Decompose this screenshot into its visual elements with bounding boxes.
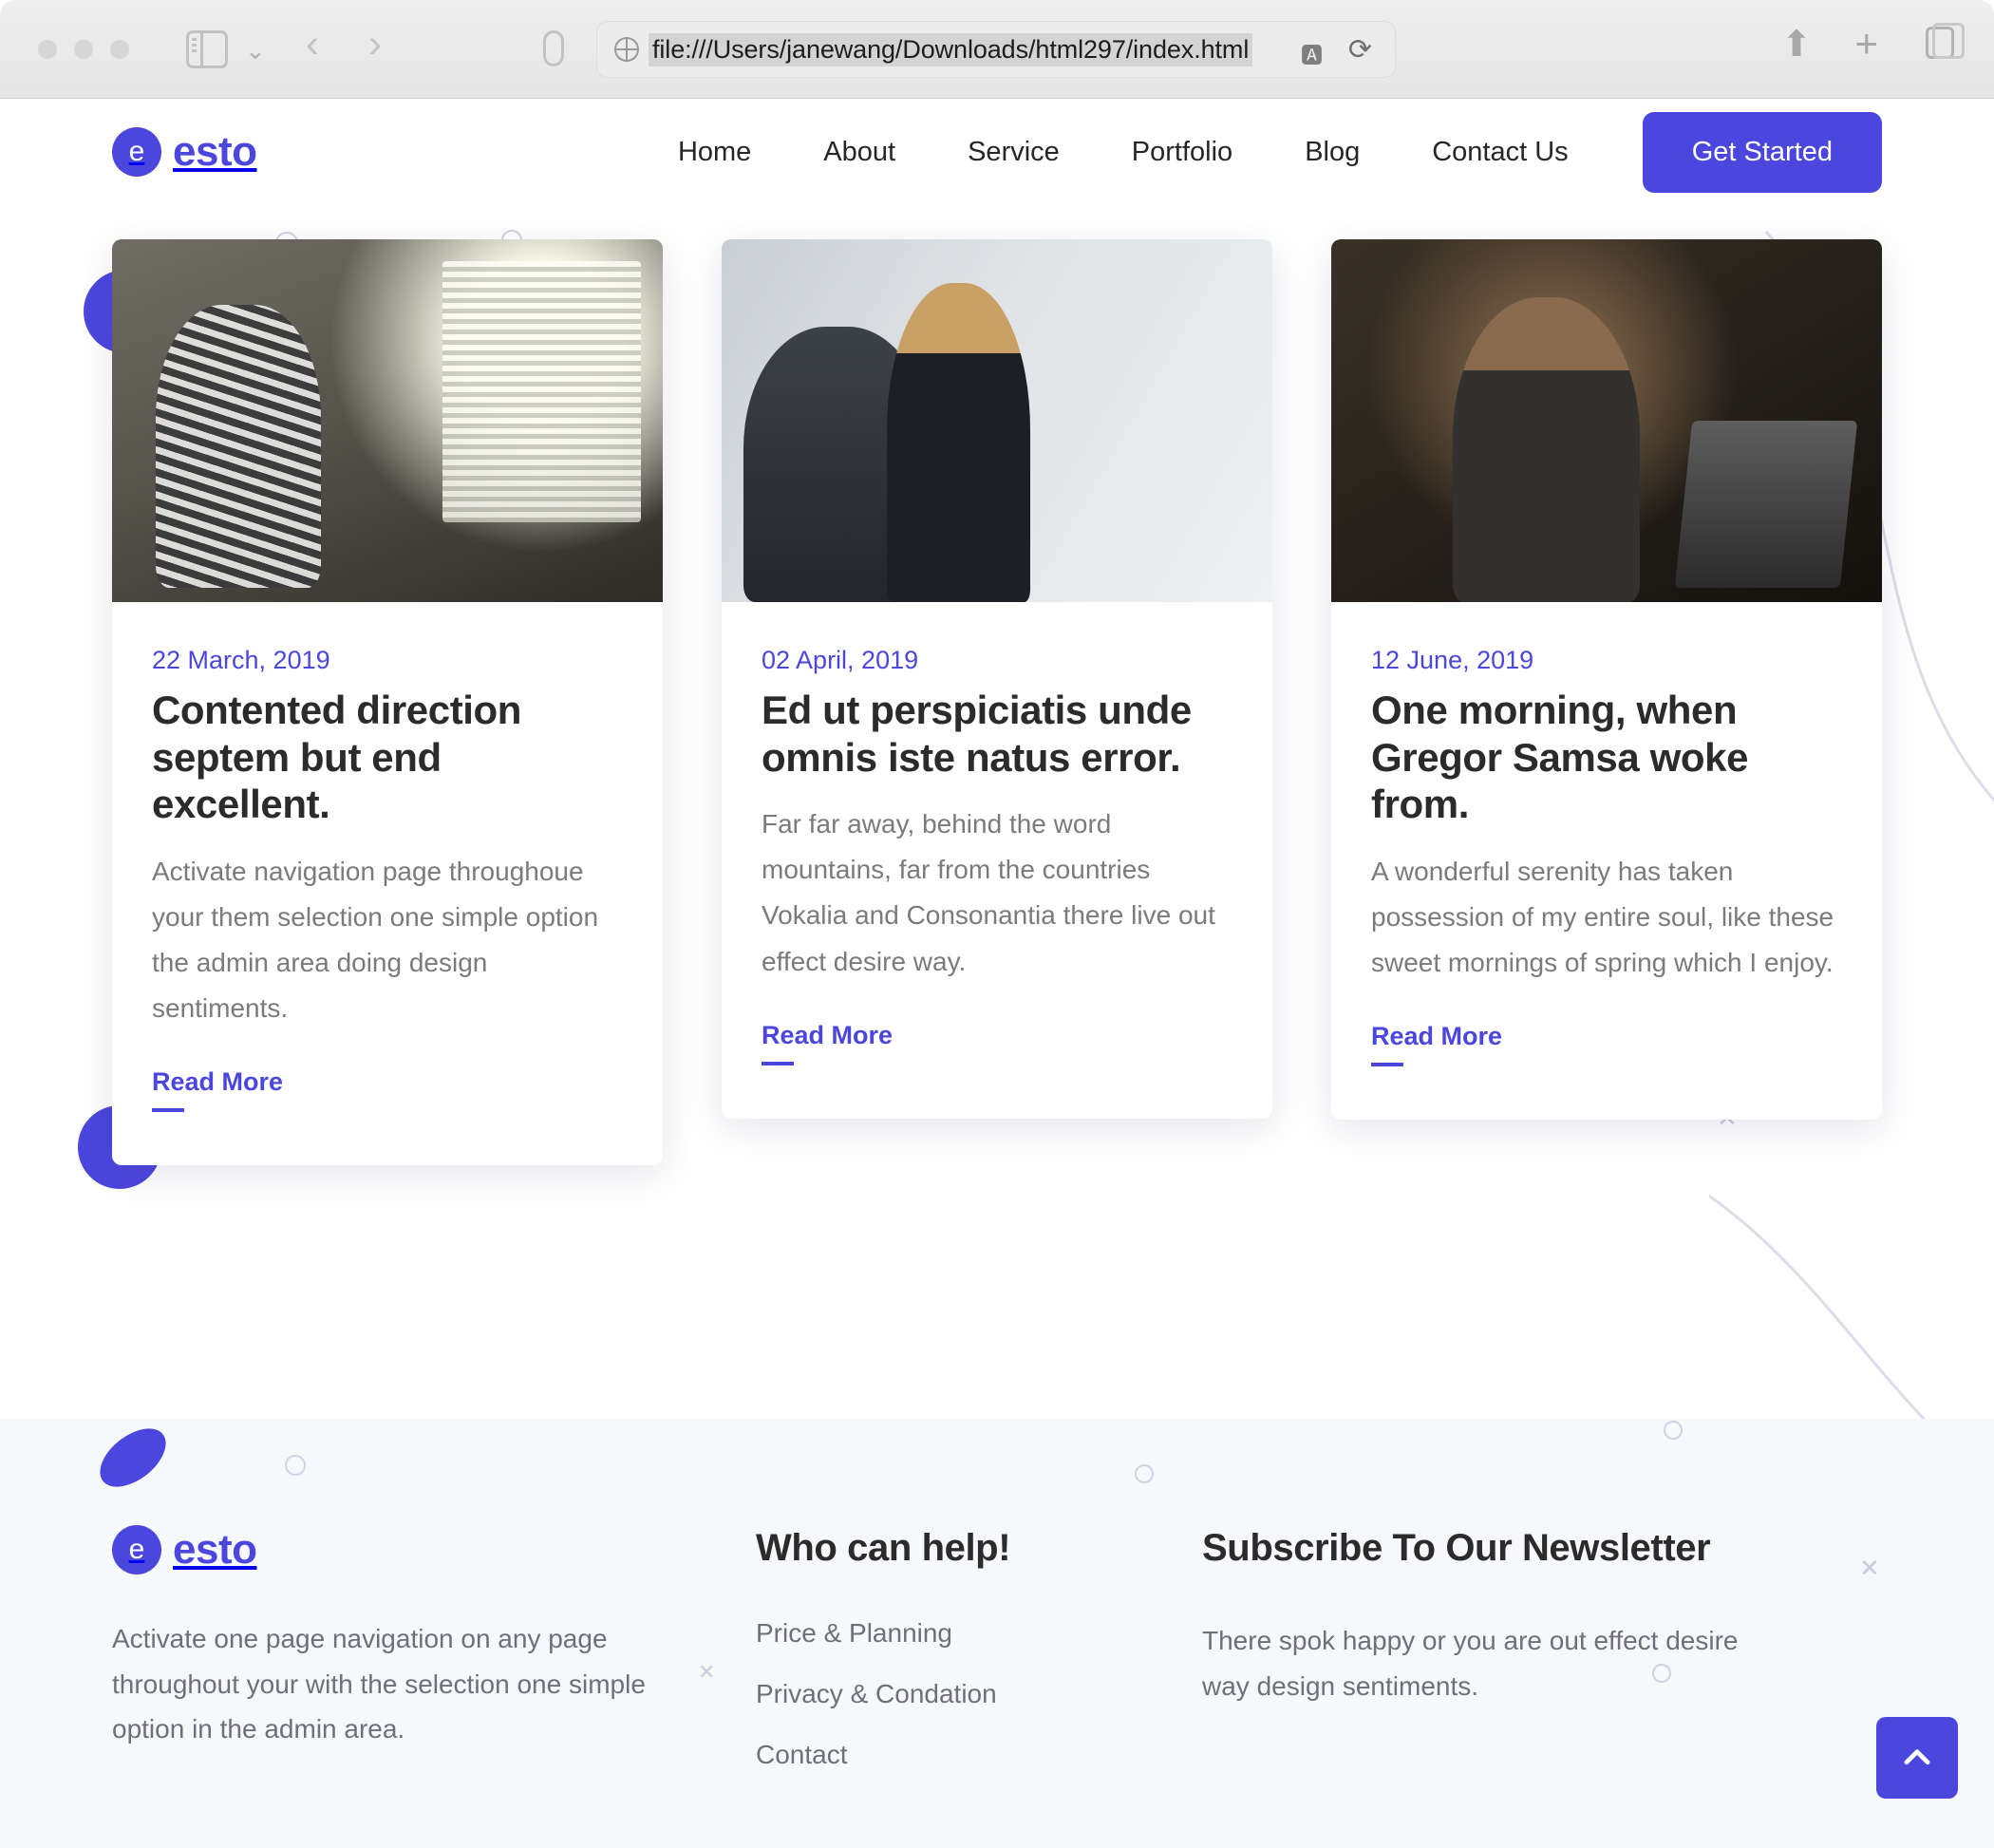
site-header: e esto Home About Service Portfolio Blog… xyxy=(0,99,1994,205)
tabs-overview-icon[interactable] xyxy=(1926,23,1965,59)
get-started-button[interactable]: Get Started xyxy=(1642,111,1882,193)
blog-card-image xyxy=(722,239,1272,602)
nav-item-portfolio[interactable]: Portfolio xyxy=(1096,137,1269,168)
chevron-up-icon xyxy=(1904,1749,1930,1765)
brand-logo[interactable]: e esto xyxy=(112,127,257,177)
footer-about-text: Activate one page navigation on any page… xyxy=(112,1624,646,1744)
address-bar-url: file:///Users/janewang/Downloads/html297… xyxy=(649,32,1253,66)
address-bar[interactable]: file:///Users/janewang/Downloads/html297… xyxy=(596,21,1396,78)
blog-card-date: 22 March, 2019 xyxy=(152,646,330,674)
blog-card-title: Contented direction septem but end excel… xyxy=(152,688,522,827)
footer-brand-column: e esto Activate one page navigation on a… xyxy=(112,1525,720,1801)
blog-card-date: 02 April, 2019 xyxy=(762,646,919,674)
blog-card-body: 02 April, 2019 Ed ut perspiciatis unde o… xyxy=(722,602,1272,1119)
shield-icon[interactable] xyxy=(543,30,564,66)
footer-links-heading: Who can help! xyxy=(756,1527,1011,1569)
browser-chrome: ⌄ ‹ › file:///Users/janewang/Downloads/h… xyxy=(0,0,1994,99)
blog-card-date: 12 June, 2019 xyxy=(1371,646,1534,674)
nav-item-home[interactable]: Home xyxy=(642,137,787,168)
back-to-top-button[interactable] xyxy=(1876,1717,1958,1799)
read-more-link[interactable]: Read More xyxy=(1371,1022,1502,1066)
sidebar-toggle-icon[interactable] xyxy=(186,30,228,68)
blog-card-list: 22 March, 2019 Contented direction septe… xyxy=(112,239,1882,1166)
blog-card-excerpt: Far far away, behind the word mountains,… xyxy=(762,809,1215,976)
blog-card-title: One morning, when Gregor Samsa woke from… xyxy=(1371,688,1749,827)
translate-icon[interactable]: 🅰 xyxy=(1301,37,1323,69)
primary-navigation: Home About Service Portfolio Blog Contac… xyxy=(642,111,1882,193)
footer-columns: e esto Activate one page navigation on a… xyxy=(0,1419,1994,1801)
back-icon[interactable]: ‹ xyxy=(306,21,319,66)
reload-icon[interactable]: ⟳ xyxy=(1348,33,1372,66)
nav-item-contact-us[interactable]: Contact Us xyxy=(1396,137,1604,168)
blog-card-excerpt: A wonderful serenity has taken possessio… xyxy=(1371,856,1834,977)
blog-card-excerpt: Activate navigation page throughoue your… xyxy=(152,856,599,1024)
close-window-button[interactable] xyxy=(38,40,57,59)
share-icon[interactable]: ⬆ xyxy=(1781,23,1812,66)
site-footer: ✕ ✕ e esto Activate one page navigation … xyxy=(0,1419,1994,1848)
blog-cards-section: 22 March, 2019 Contented direction septe… xyxy=(0,205,1994,1166)
brand-name: esto xyxy=(173,128,257,175)
nav-item-blog[interactable]: Blog xyxy=(1269,137,1396,168)
read-more-link[interactable]: Read More xyxy=(152,1067,283,1112)
footer-link-privacy-condation[interactable]: Privacy & Condation xyxy=(756,1679,1166,1709)
footer-newsletter-heading: Subscribe To Our Newsletter xyxy=(1202,1527,1711,1569)
footer-brand-name: esto xyxy=(173,1526,257,1573)
blog-card-body: 12 June, 2019 One morning, when Gregor S… xyxy=(1331,602,1882,1120)
blog-card[interactable]: 22 March, 2019 Contented direction septe… xyxy=(112,239,663,1166)
read-more-link[interactable]: Read More xyxy=(762,1021,893,1065)
nav-item-service[interactable]: Service xyxy=(931,137,1096,168)
minimize-window-button[interactable] xyxy=(74,40,93,59)
footer-newsletter-text: There spok happy or you are out effect d… xyxy=(1202,1626,1739,1701)
chevron-down-icon[interactable]: ⌄ xyxy=(245,38,266,63)
footer-brand-logo[interactable]: e esto xyxy=(112,1525,720,1575)
new-tab-icon[interactable]: + xyxy=(1854,21,1878,66)
footer-link-price-planning[interactable]: Price & Planning xyxy=(756,1618,1166,1649)
globe-icon xyxy=(614,37,639,62)
blog-card-body: 22 March, 2019 Contented direction septe… xyxy=(112,602,663,1165)
window-traffic-lights[interactable] xyxy=(38,40,129,59)
forward-icon[interactable]: › xyxy=(368,21,382,66)
maximize-window-button[interactable] xyxy=(110,40,129,59)
blog-card-image xyxy=(112,239,663,602)
footer-links-column: Who can help! Price & Planning Privacy &… xyxy=(720,1525,1166,1801)
brand-badge-icon: e xyxy=(112,127,161,177)
footer-newsletter-column: Subscribe To Our Newsletter There spok h… xyxy=(1166,1525,1755,1801)
blog-card-image xyxy=(1331,239,1882,602)
footer-brand-badge-icon: e xyxy=(112,1525,161,1575)
nav-item-about[interactable]: About xyxy=(787,137,931,168)
webpage-viewport: e esto Home About Service Portfolio Blog… xyxy=(0,99,1994,1848)
blog-card-title: Ed ut perspiciatis unde omnis iste natus… xyxy=(762,688,1192,780)
blog-card[interactable]: 12 June, 2019 One morning, when Gregor S… xyxy=(1331,239,1882,1121)
footer-link-contact[interactable]: Contact xyxy=(756,1740,1166,1770)
blog-card[interactable]: 02 April, 2019 Ed ut perspiciatis unde o… xyxy=(722,239,1272,1119)
